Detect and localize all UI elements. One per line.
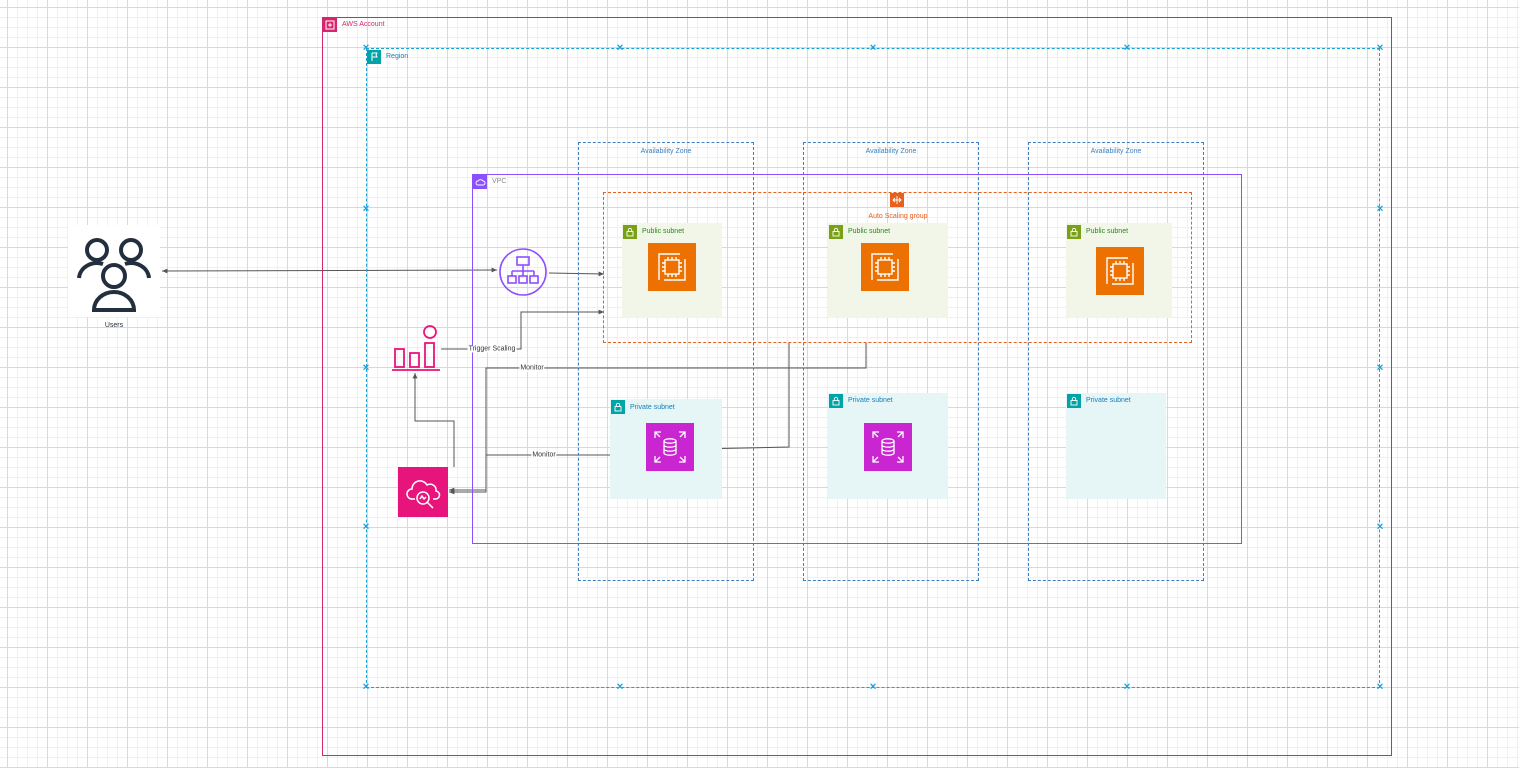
resize-handle[interactable]: ✕ xyxy=(869,682,877,692)
private-subnet-2-label: Private subnet xyxy=(848,397,893,404)
auto-scaling-group-label: Auto Scaling group xyxy=(868,213,928,220)
resize-handle[interactable]: ✕ xyxy=(616,43,624,53)
resize-handle[interactable]: ✕ xyxy=(362,522,370,532)
rds-database-icon[interactable] xyxy=(646,423,694,471)
ec2-instance-icon[interactable] xyxy=(1096,247,1144,295)
ec2-instance-icon[interactable] xyxy=(648,243,696,291)
padlock-icon xyxy=(611,400,625,414)
resize-handle[interactable]: ✕ xyxy=(616,682,624,692)
rds-database-icon[interactable] xyxy=(864,423,912,471)
resize-handle[interactable]: ✕ xyxy=(362,204,370,214)
private-subnet-1-label: Private subnet xyxy=(630,404,675,411)
resize-handle[interactable]: ✕ xyxy=(362,363,370,373)
resize-handle[interactable]: ✕ xyxy=(1376,43,1384,53)
region-label: Region xyxy=(386,53,409,60)
aws-account-icon xyxy=(323,18,337,32)
cloudwatch-icon[interactable] xyxy=(398,467,448,517)
users-label: Users xyxy=(104,322,124,329)
edge-label-monitor-ec2: Monitor xyxy=(519,364,545,372)
elastic-load-balancer-icon[interactable] xyxy=(497,248,549,296)
availability-zone-2-label: Availability Zone xyxy=(865,148,917,155)
padlock-icon xyxy=(623,225,637,239)
users-icon[interactable] xyxy=(68,225,160,317)
resize-handle[interactable]: ✕ xyxy=(1376,204,1384,214)
resize-handle[interactable]: ✕ xyxy=(1376,522,1384,532)
padlock-icon xyxy=(829,225,843,239)
padlock-icon xyxy=(829,394,843,408)
edge-label-monitor-rds: Monitor xyxy=(531,451,557,459)
ec2-instance-icon[interactable] xyxy=(861,243,909,291)
auto-scaling-icon xyxy=(890,193,904,207)
resize-handle[interactable]: ✕ xyxy=(362,43,370,53)
public-subnet-2-label: Public subnet xyxy=(848,228,891,235)
resize-handle[interactable]: ✕ xyxy=(869,43,877,53)
availability-zone-3-label: Availability Zone xyxy=(1090,148,1142,155)
padlock-icon xyxy=(1067,394,1081,408)
public-subnet-3-label: Public subnet xyxy=(1086,228,1129,235)
vpc-cloud-icon xyxy=(473,175,487,189)
resize-handle[interactable]: ✕ xyxy=(1123,43,1131,53)
vpc-label: VPC xyxy=(492,178,507,185)
aws-account-label: AWS Account xyxy=(342,21,385,28)
resize-handle[interactable]: ✕ xyxy=(1376,363,1384,373)
resize-handle[interactable]: ✕ xyxy=(1123,682,1131,692)
resize-handle[interactable]: ✕ xyxy=(1376,682,1384,692)
resize-handle[interactable]: ✕ xyxy=(362,682,370,692)
availability-zone-1-label: Availability Zone xyxy=(640,148,692,155)
auto-scaling-metrics-icon[interactable] xyxy=(390,323,442,373)
edge-label-trigger-scaling: Trigger Scaling xyxy=(467,345,517,353)
private-subnet-3 xyxy=(1066,393,1166,499)
private-subnet-3-label: Private subnet xyxy=(1086,397,1131,404)
padlock-icon xyxy=(1067,225,1081,239)
public-subnet-1-label: Public subnet xyxy=(642,228,685,235)
